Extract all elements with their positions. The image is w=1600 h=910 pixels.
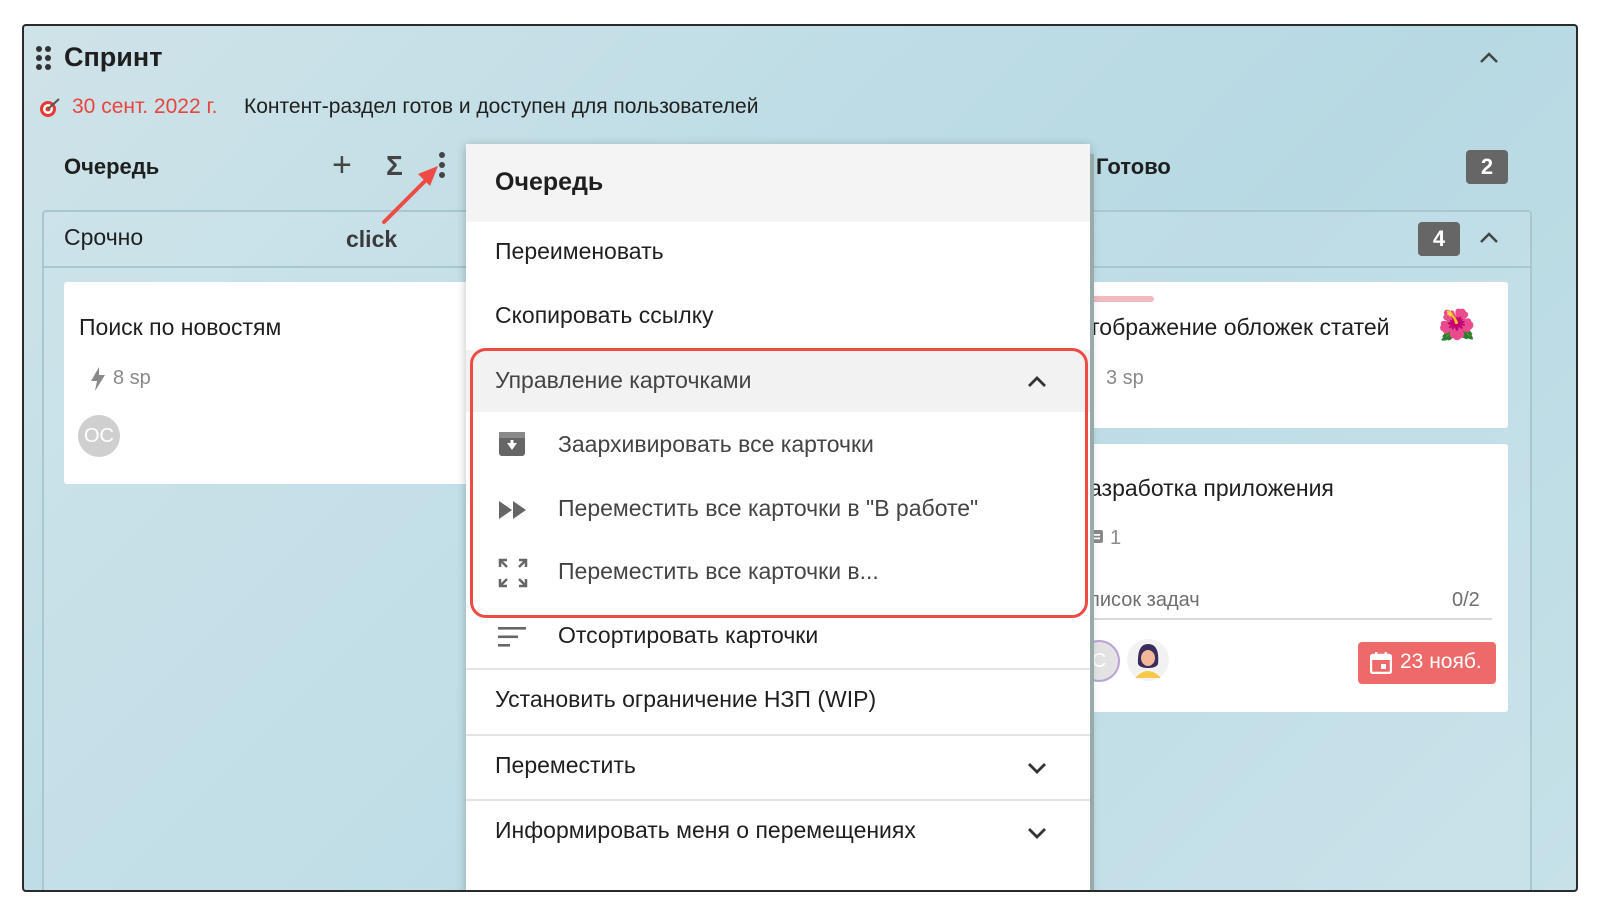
lane-title: Срочно [64, 224, 144, 250]
menu-item-copy-link[interactable]: Скопировать ссылку [495, 302, 714, 329]
calendar-icon [1370, 652, 1392, 674]
add-card-button[interactable]: + [332, 148, 352, 182]
sort-icon [498, 627, 526, 647]
collapse-board-button[interactable] [1474, 46, 1504, 70]
board-title: Спринт [64, 42, 163, 72]
chevron-up-icon [1480, 52, 1498, 63]
checklist-progress-bar [1088, 618, 1492, 620]
menu-divider [466, 668, 1090, 670]
avatar[interactable]: OC [78, 415, 120, 457]
collapse-lane-button[interactable] [1474, 226, 1504, 250]
board-frame: Спринт 30 сент. 2022 г. Контент-раздел г… [22, 24, 1578, 892]
menu-divider [466, 799, 1090, 801]
drag-handle-icon[interactable] [36, 46, 52, 70]
lane-count-badge: 4 [1418, 222, 1460, 256]
menu-divider [466, 734, 1090, 736]
due-date: 23 нояб. [1400, 650, 1482, 673]
chevron-down-icon[interactable] [1022, 756, 1052, 780]
card-title: азработка приложения [1089, 475, 1334, 501]
story-points: 3 sp [1106, 367, 1144, 389]
checklist-progress: 0/2 [1452, 589, 1480, 611]
menu-item-sort[interactable]: Отсортировать карточки [558, 622, 818, 649]
lightning-icon [90, 366, 106, 392]
menu-item-move[interactable]: Переместить [495, 752, 636, 779]
card-label-stripe [1086, 296, 1154, 302]
chevron-down-icon[interactable] [1022, 821, 1052, 845]
done-count-badge: 2 [1466, 150, 1508, 184]
menu-item-rename[interactable]: Переименовать [495, 238, 664, 265]
menu-item-notify[interactable]: Информировать меня о перемещениях [495, 817, 916, 844]
menu-scrollbar[interactable] [1090, 154, 1094, 890]
target-icon [38, 96, 62, 125]
goal-date: 30 сент. 2022 г. [72, 95, 218, 118]
comments-count: 1 [1110, 527, 1122, 549]
due-date-chip[interactable]: 23 нояб. [1358, 642, 1496, 684]
annotation-label: click [346, 226, 398, 252]
avatar-woman-icon[interactable] [1126, 638, 1170, 682]
annotation-highlight-box [470, 348, 1088, 618]
chevron-up-icon [1480, 232, 1498, 243]
card-title: Поиск по новостям [79, 314, 282, 340]
card-title: тображение обложек статей [1089, 314, 1390, 340]
column-title-done: Готово [1096, 154, 1171, 179]
hibiscus-icon: 🌺 [1438, 309, 1476, 342]
menu-item-wip-limit[interactable]: Установить ограничение НЗП (WIP) [495, 686, 876, 713]
checklist-label: писок задач [1089, 589, 1200, 611]
menu-title: Очередь [495, 168, 604, 196]
card-cover-images[interactable] [1086, 282, 1508, 428]
column-title-queue: Очередь [64, 154, 160, 179]
story-points: 8 sp [113, 367, 151, 389]
goal-text: Контент-раздел готов и доступен для поль… [244, 95, 759, 118]
annotation-arrow-icon [382, 166, 438, 224]
